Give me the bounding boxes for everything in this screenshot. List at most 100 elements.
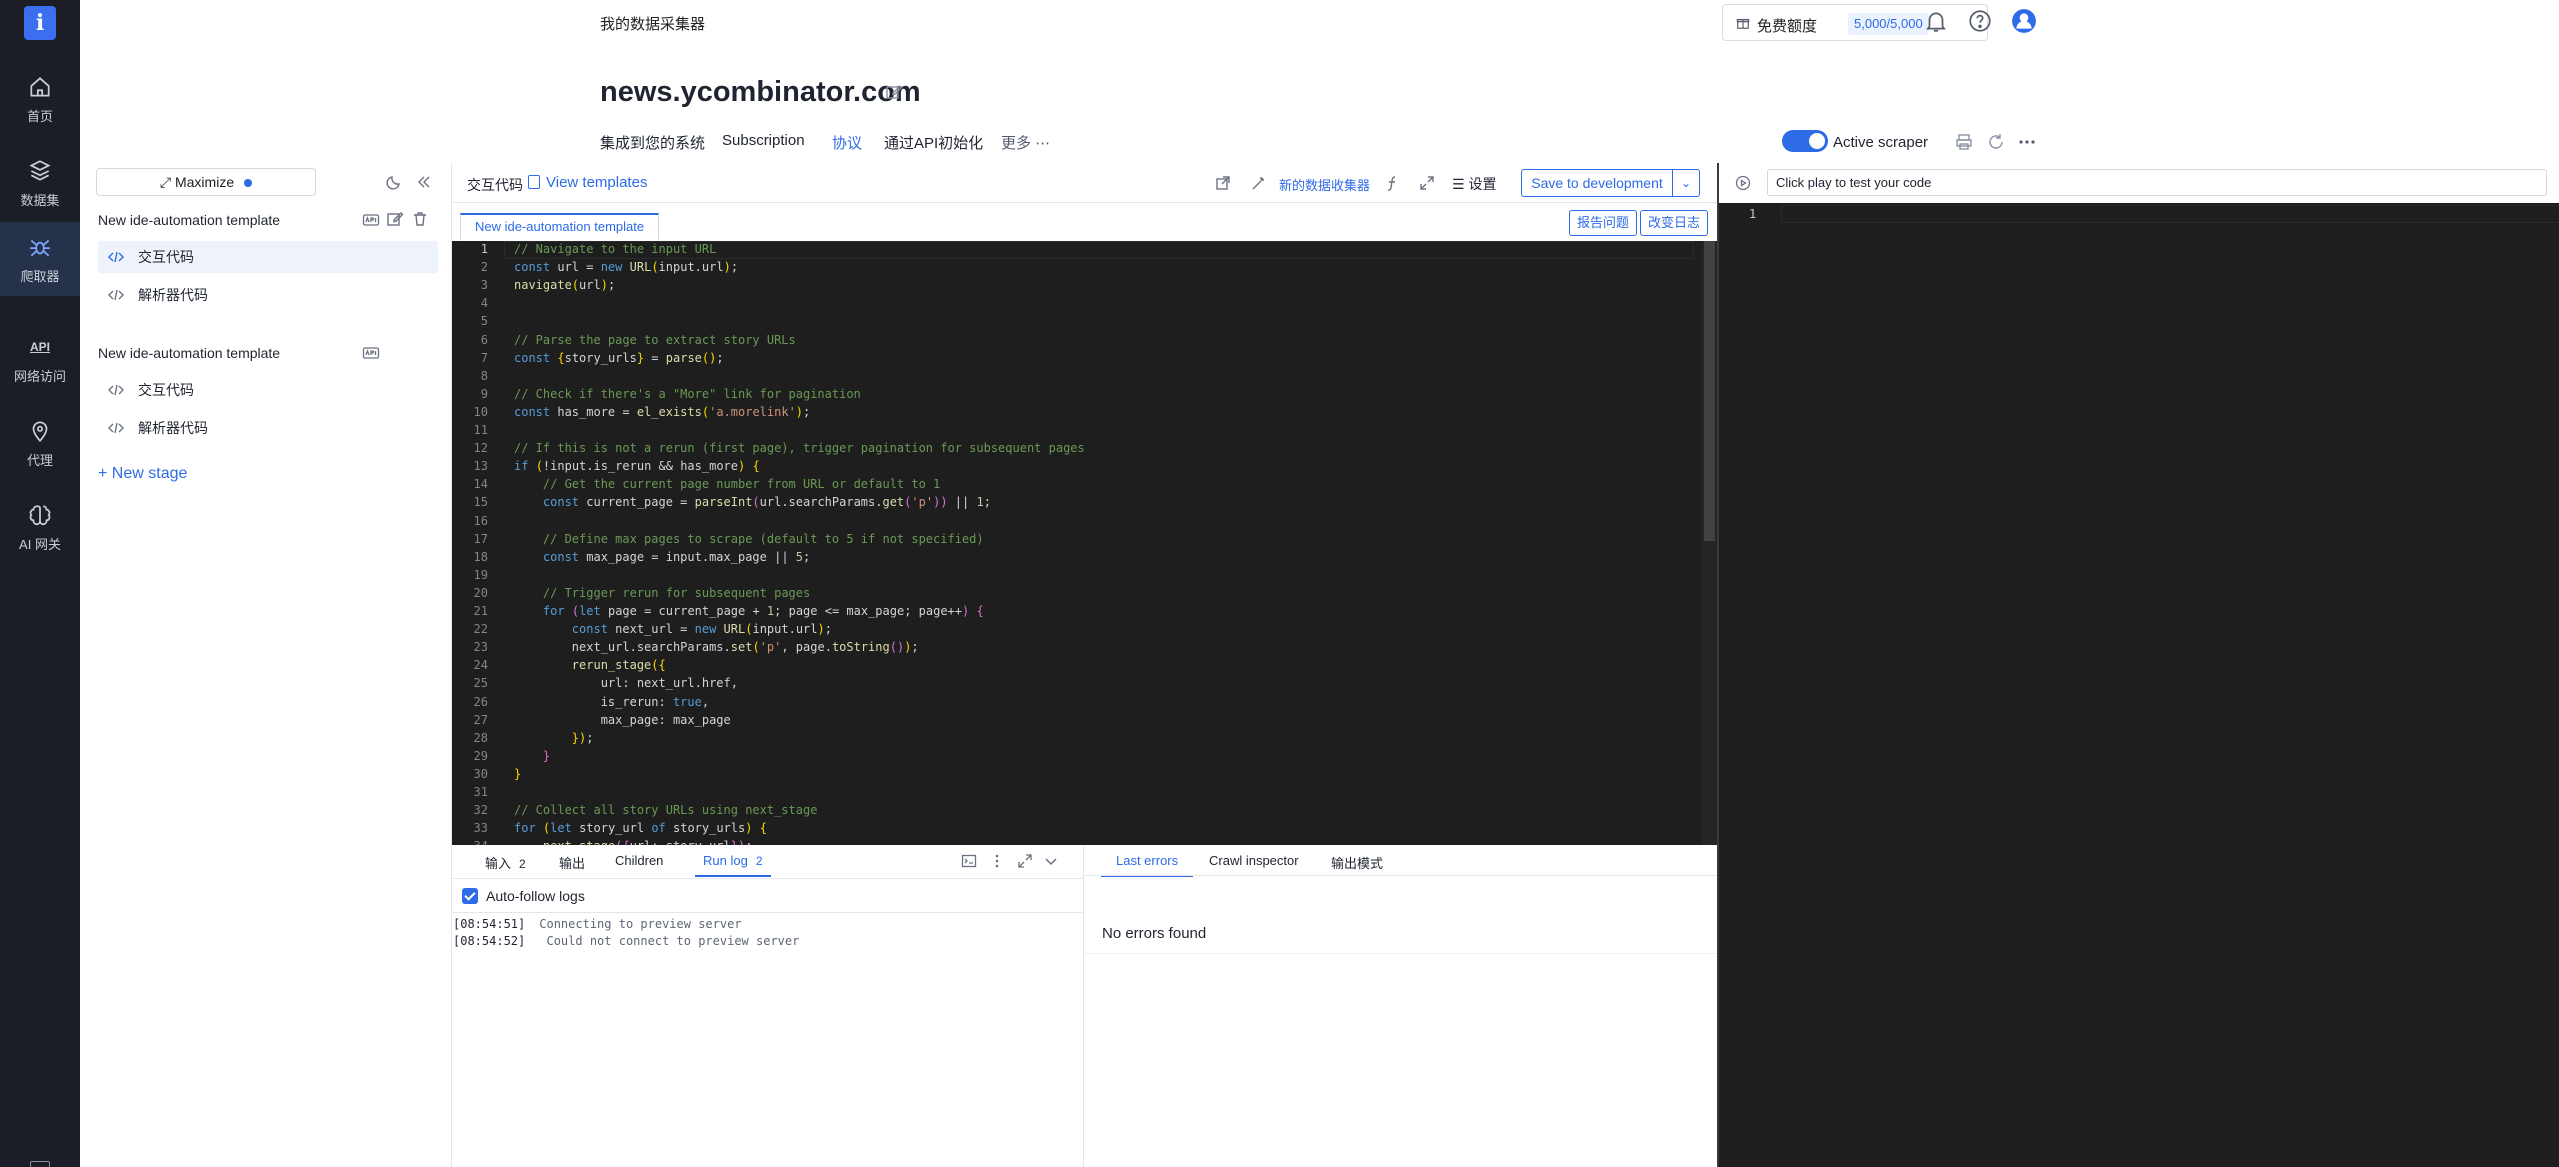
new-collector-link[interactable]: 新的数据收集器 xyxy=(1279,175,1370,194)
code-line[interactable]: // Collect all story URLs using next_sta… xyxy=(514,803,817,817)
bell-icon[interactable] xyxy=(1923,8,1949,34)
refresh-icon[interactable] xyxy=(1986,132,2006,152)
preview-url-input[interactable]: Click play to test your code xyxy=(1767,169,2547,196)
brain-icon xyxy=(29,505,51,526)
view-templates-link[interactable]: View templates xyxy=(528,174,647,191)
code-line[interactable]: } xyxy=(514,749,550,763)
expand-icon[interactable] xyxy=(1418,174,1436,192)
line-number: 13 xyxy=(473,459,488,474)
tab-output[interactable]: 输出 xyxy=(559,853,585,877)
database-icon xyxy=(29,160,51,181)
auto-follow-checkbox[interactable]: Auto-follow logs xyxy=(462,888,585,904)
code-line[interactable]: is_rerun: true, xyxy=(514,695,709,709)
stage-item-interaction-code-2[interactable]: 交互代码 xyxy=(98,374,438,406)
rail-label-scrapers: 爬取器 xyxy=(20,269,60,284)
checkbox-checked[interactable] xyxy=(462,888,478,904)
tab-last-errors[interactable]: Last errors xyxy=(1101,853,1194,877)
edit-stage-icon[interactable] xyxy=(386,210,404,228)
stage-item-interaction-code[interactable]: 交互代码 xyxy=(98,241,438,273)
edit-icon[interactable] xyxy=(885,83,903,101)
scrollbar-thumb[interactable] xyxy=(1704,241,1715,541)
code-editor[interactable]: 1 2 3 4 5 6 7 8 9 10 11 12 13 14 15 16 17 18 19 20 21 22 23 24 2… xyxy=(452,241,1717,845)
rail-item-scrapers[interactable]: 爬取器 xyxy=(0,222,80,296)
line-number: 29 xyxy=(473,748,488,763)
code-line[interactable]: const has_more = el_exists('a.morelink')… xyxy=(514,405,810,419)
line-number: 33 xyxy=(473,821,488,836)
code-line[interactable]: url: next_url.href, xyxy=(514,676,738,690)
quota-value: 5,000/5,000 xyxy=(1848,13,1929,35)
nav-rail: i 首页 数据集 爬取器 API 网络访问 代理 AI 网关 xyxy=(0,0,80,1167)
code-line[interactable]: navigate(url); xyxy=(514,278,615,292)
changelog-button[interactable]: 改变日志 xyxy=(1640,210,1709,236)
new-stage-button[interactable]: + New stage xyxy=(98,465,187,483)
code-line[interactable]: const next_url = new URL(input.url); xyxy=(514,622,832,636)
delete-icon[interactable] xyxy=(411,210,429,228)
code-line[interactable]: for (let page = current_page + 1; page <… xyxy=(514,604,984,618)
stage-item-parser-code-2[interactable]: 解析器代码 xyxy=(98,412,438,444)
more-options-icon[interactable] xyxy=(2017,132,2037,152)
magic-wand-icon[interactable] xyxy=(1250,174,1268,192)
report-issue-button[interactable]: 报告问题 xyxy=(1569,210,1638,236)
moon-icon[interactable] xyxy=(385,173,403,191)
tab-children[interactable]: Children xyxy=(615,853,663,877)
api-badge-icon[interactable] xyxy=(362,344,380,362)
function-icon[interactable] xyxy=(1384,174,1402,192)
tab-output-schema[interactable]: 输出模式 xyxy=(1331,853,1383,877)
expand-panel-icon[interactable] xyxy=(1017,853,1033,869)
tab-crawl-inspector[interactable]: Crawl inspector xyxy=(1209,853,1299,877)
code-line[interactable]: rerun_stage({ xyxy=(514,658,666,672)
code-line[interactable]: } xyxy=(514,767,521,781)
tab-run-log[interactable]: Run log 2 xyxy=(695,853,771,877)
rail-item-home[interactable]: 首页 xyxy=(0,62,80,136)
terminal-icon[interactable] xyxy=(961,853,977,869)
code-line[interactable]: const current_page = parseInt(url.search… xyxy=(514,495,991,509)
stage-item-parser-code[interactable]: 解析器代码 xyxy=(98,279,438,311)
code-line[interactable]: // Check if there's a "More" link for pa… xyxy=(514,387,861,401)
maximize-button[interactable]: ⤢ Maximize xyxy=(96,168,316,196)
app-logo[interactable]: i xyxy=(24,6,56,40)
save-to-development-button[interactable]: Save to development xyxy=(1521,169,1673,197)
external-link-icon[interactable] xyxy=(1214,174,1232,192)
code-line[interactable]: // Define max pages to scrape (default t… xyxy=(514,532,984,546)
code-line[interactable]: // Parse the page to extract story URLs xyxy=(514,333,796,347)
rail-item-datasets[interactable]: 数据集 xyxy=(0,146,80,220)
code-line[interactable]: if (!input.is_rerun && has_more) { xyxy=(514,459,760,473)
code-line[interactable]: for (let story_url of story_urls) { xyxy=(514,821,767,835)
tab-integrate[interactable]: 集成到您的系统 xyxy=(600,132,705,164)
log-message: Could not connect to preview server xyxy=(539,934,800,948)
maximize-label: Maximize xyxy=(174,174,235,190)
code-line[interactable]: // Get the current page number from URL … xyxy=(514,477,940,491)
tab-input[interactable]: 输入 2 xyxy=(485,853,526,877)
tab-protocol[interactable]: 协议 xyxy=(832,132,863,166)
save-dropdown-button[interactable]: ⌄ xyxy=(1672,169,1700,197)
code-line[interactable]: // Navigate to the input URL xyxy=(514,242,716,256)
rail-bottom-icon[interactable] xyxy=(30,1161,50,1167)
api-badge-icon[interactable] xyxy=(362,211,380,229)
collapse-icon[interactable] xyxy=(415,173,433,191)
print-icon[interactable] xyxy=(1954,132,1974,152)
user-avatar-icon[interactable] xyxy=(2011,8,2037,34)
settings-button[interactable]: ☰ 设置 xyxy=(1452,171,1496,197)
rail-item-proxy[interactable]: 代理 xyxy=(0,406,80,480)
code-line[interactable]: // If this is not a rerun (first page), … xyxy=(514,441,1085,455)
tab-more[interactable]: 更多 ⋯ xyxy=(1001,132,1050,153)
tab-init-api[interactable]: 通过API初始化 xyxy=(884,132,983,164)
chevron-down-icon[interactable] xyxy=(1043,853,1059,869)
code-line[interactable]: next_url.searchParams.set('p', page.toSt… xyxy=(514,640,919,654)
help-icon[interactable] xyxy=(1967,8,1993,34)
rail-item-web-access[interactable]: API 网络访问 xyxy=(0,322,80,396)
code-line[interactable]: // Trigger rerun for subsequent pages xyxy=(514,586,810,600)
file-tab[interactable]: New ide-automation template xyxy=(460,213,660,241)
code-line[interactable]: const {story_urls} = parse(); xyxy=(514,351,724,365)
active-scraper-toggle[interactable] xyxy=(1782,130,1828,152)
code-line[interactable]: max_page: max_page xyxy=(514,713,731,727)
editor-scrollbar[interactable] xyxy=(1702,241,1717,845)
code-line[interactable]: }); xyxy=(514,731,594,745)
tab-subscription[interactable]: Subscription xyxy=(722,132,805,164)
kebab-menu-icon[interactable] xyxy=(989,853,1005,869)
play-icon[interactable] xyxy=(1735,175,1751,191)
code-line[interactable]: const max_page = input.max_page || 5; xyxy=(514,550,810,564)
rail-item-ai-gateway[interactable]: AI 网关 xyxy=(0,490,80,564)
tab-children-label: Children xyxy=(615,853,664,868)
code-line[interactable]: const url = new URL(input.url); xyxy=(514,260,738,274)
